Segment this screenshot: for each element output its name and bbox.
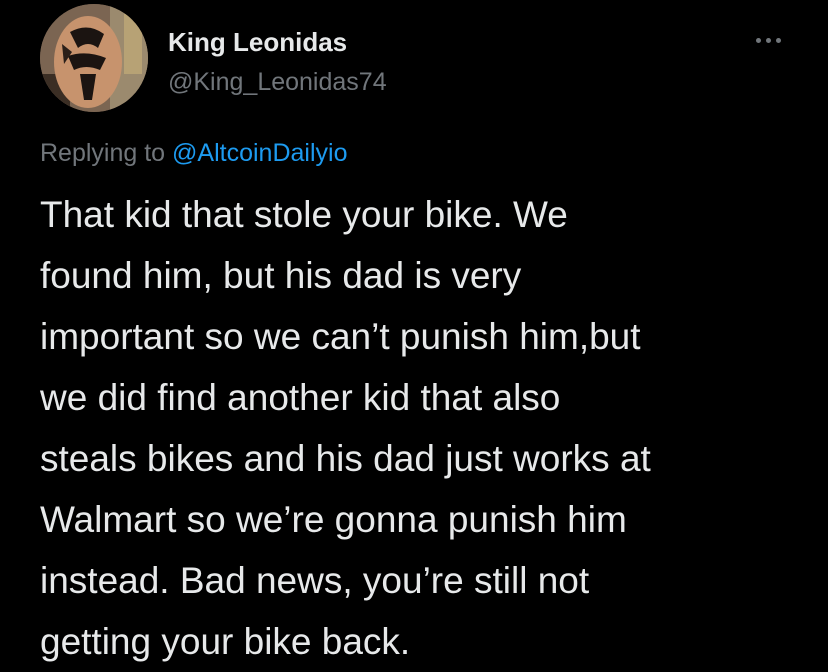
- tweet: King Leonidas @King_Leonidas74 Replying …: [0, 0, 828, 670]
- replying-to: Replying to @AltcoinDailyio: [40, 136, 347, 170]
- more-horizontal-icon-dot: [775, 37, 781, 43]
- more-horizontal-icon-dot: [765, 37, 771, 43]
- avatar[interactable]: [40, 4, 148, 112]
- replying-to-label: Replying to: [40, 139, 166, 167]
- reply-target-link[interactable]: @AltcoinDailyio: [172, 139, 347, 167]
- more-horizontal-icon: [755, 37, 761, 43]
- more-options-button[interactable]: [748, 24, 788, 56]
- author-display-name[interactable]: King Leonidas: [168, 26, 347, 58]
- tweet-text: That kid that stole your bike. We found …: [40, 194, 651, 662]
- author-handle[interactable]: @King_Leonidas74: [168, 66, 387, 98]
- avatar-photo: [40, 4, 148, 112]
